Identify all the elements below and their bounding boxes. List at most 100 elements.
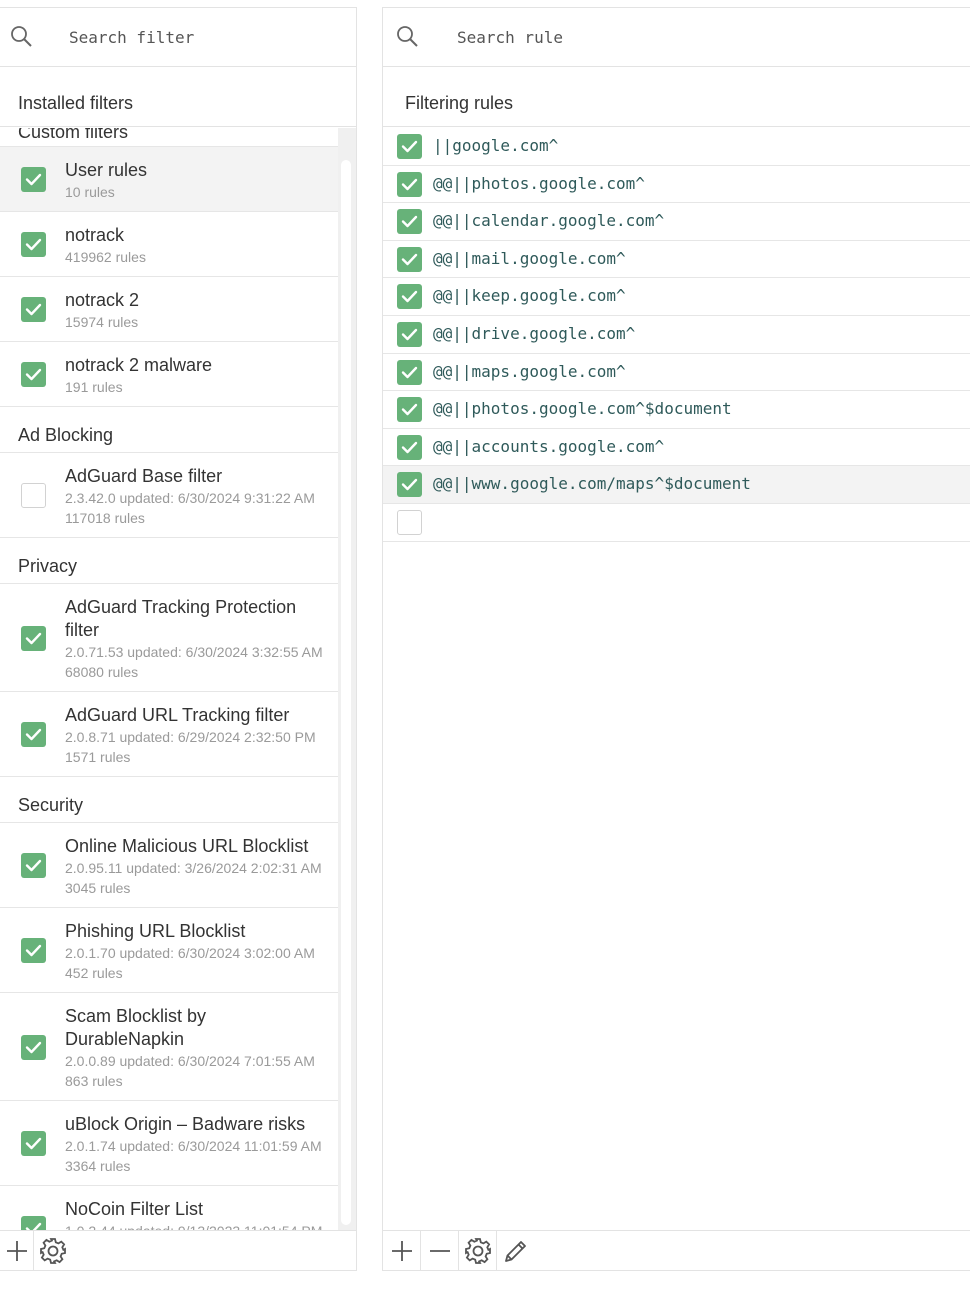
- checkmark-icon: [25, 173, 42, 186]
- filter-enabled-checkbox[interactable]: [21, 722, 46, 747]
- rule-text[interactable]: @@||maps.google.com^: [433, 362, 626, 381]
- rule-enabled-checkbox[interactable]: [397, 171, 422, 197]
- rule-row[interactable]: @@||maps.google.com^: [383, 354, 970, 392]
- filter-enabled-checkbox[interactable]: [21, 853, 46, 878]
- filter-version-info: 2.0.0.89 updated: 6/30/2024 7:01:55 AM: [65, 1053, 315, 1069]
- filter-item[interactable]: Scam Blocklist by DurableNapkin 2.0.0.89 …: [0, 993, 339, 1101]
- rule-text[interactable]: ||google.com^: [433, 136, 558, 155]
- plus-icon: [391, 1240, 412, 1261]
- filter-name: uBlock Origin – Badware risks: [65, 1114, 306, 1134]
- filter-enabled-checkbox[interactable]: [21, 1131, 46, 1156]
- filter-rule-count: 3364 rules: [65, 1158, 131, 1174]
- filter-enabled-checkbox[interactable]: [21, 232, 46, 257]
- filter-item[interactable]: AdGuard URL Tracking filter 2.0.8.71 upda…: [0, 692, 339, 777]
- checkmark-icon: [401, 441, 418, 453]
- rules-panel: Filtering rules ||google.com^ @@||photos.…: [382, 7, 970, 1271]
- filter-item[interactable]: User rules 10 rules: [0, 147, 339, 212]
- filter-enabled-checkbox[interactable]: [21, 167, 46, 192]
- filtering-rules-title: Filtering rules: [383, 67, 970, 127]
- rule-text[interactable]: @@||photos.google.com^$document: [433, 399, 732, 418]
- filter-item[interactable]: AdGuard Tracking Protection filter 2.0.71…: [0, 584, 339, 692]
- filter-enabled-checkbox[interactable]: [21, 362, 46, 387]
- filter-enabled-checkbox[interactable]: [21, 297, 46, 322]
- checkmark-icon: [25, 728, 42, 741]
- rule-row[interactable]: @@||accounts.google.com^: [383, 429, 970, 467]
- filter-item[interactable]: Phishing URL Blocklist 2.0.1.70 updated: …: [0, 908, 339, 993]
- filter-version-info: 2.3.42.0 updated: 6/30/2024 9:31:22 AM: [65, 490, 315, 506]
- rule-enabled-checkbox[interactable]: [397, 246, 422, 272]
- filter-enabled-checkbox[interactable]: [21, 1216, 46, 1231]
- filter-enabled-checkbox[interactable]: [21, 1034, 46, 1060]
- rule-row[interactable]: @@||photos.google.com^: [383, 166, 970, 204]
- gear-icon: [40, 1237, 66, 1264]
- rule-row[interactable]: [383, 504, 970, 542]
- rule-row[interactable]: @@||calendar.google.com^: [383, 203, 970, 241]
- filter-list-scroll[interactable]: Custom filters User rules 10 rules notrack 4…: [0, 128, 356, 1231]
- checkmark-icon: [25, 1137, 42, 1150]
- gear-icon: [464, 1237, 491, 1264]
- filter-list: Custom filters User rules 10 rules notrack 4…: [0, 128, 339, 1231]
- filter-search-input[interactable]: [69, 25, 329, 49]
- filter-list-scrollbar[interactable]: [338, 128, 356, 1231]
- checkmark-icon: [401, 140, 418, 153]
- rule-search-input[interactable]: [457, 25, 717, 49]
- scrollbar-thumb[interactable]: [341, 160, 351, 1225]
- rule-text[interactable]: @@||keep.google.com^: [433, 286, 626, 305]
- rule-enabled-checkbox[interactable]: [397, 321, 422, 347]
- filter-category-header: Ad Blocking: [0, 407, 339, 453]
- filter-name: AdGuard URL Tracking filter: [65, 705, 290, 725]
- rule-text[interactable]: @@||drive.google.com^: [433, 324, 635, 343]
- rule-row[interactable]: @@||drive.google.com^: [383, 316, 970, 354]
- filter-category-header: Custom filters: [0, 128, 339, 147]
- rule-enabled-checkbox[interactable]: [397, 472, 422, 498]
- filter-name: notrack 2 malware: [65, 355, 213, 375]
- rule-enabled-checkbox[interactable]: [397, 134, 422, 159]
- filter-item[interactable]: uBlock Origin – Badware risks 2.0.1.74 up…: [0, 1101, 339, 1186]
- filter-enabled-checkbox[interactable]: [21, 483, 46, 508]
- filter-item[interactable]: notrack 2 15974 rules: [0, 277, 339, 342]
- rule-row[interactable]: @@||keep.google.com^: [383, 278, 970, 316]
- rule-row[interactable]: @@||photos.google.com^$document: [383, 391, 970, 429]
- remove-rule-button[interactable]: [421, 1231, 459, 1270]
- rule-enabled-checkbox[interactable]: [397, 359, 422, 385]
- rule-search-bar: [383, 8, 970, 67]
- rule-text[interactable]: @@||www.google.com/maps^$document: [433, 474, 751, 493]
- rule-settings-button[interactable]: [459, 1231, 497, 1270]
- plus-icon: [6, 1240, 27, 1261]
- rule-row[interactable]: @@||mail.google.com^: [383, 241, 970, 279]
- filter-settings-button[interactable]: [34, 1231, 72, 1270]
- rules-toolbar: [383, 1230, 970, 1270]
- filter-version-info: 2.0.8.71 updated: 6/29/2024 2:32:50 PM: [65, 729, 316, 745]
- rule-enabled-checkbox[interactable]: [397, 397, 422, 423]
- filter-enabled-checkbox[interactable]: [21, 625, 46, 651]
- checkmark-icon: [401, 366, 418, 378]
- rule-row[interactable]: ||google.com^: [383, 128, 970, 166]
- rule-enabled-checkbox[interactable]: [397, 434, 422, 460]
- filter-rule-count: 419962 rules: [65, 249, 146, 265]
- filter-version-info: 2.0.71.53 updated: 6/30/2024 3:32:55 AM: [65, 644, 323, 660]
- add-filter-button[interactable]: [0, 1231, 34, 1270]
- filter-name: Phishing URL Blocklist: [65, 921, 246, 941]
- filter-enabled-checkbox[interactable]: [21, 938, 46, 963]
- rule-row[interactable]: @@||www.google.com/maps^$document: [383, 466, 970, 504]
- add-rule-button[interactable]: [383, 1231, 421, 1270]
- checkmark-icon: [401, 479, 418, 491]
- filter-item[interactable]: notrack 419962 rules: [0, 212, 339, 277]
- checkmark-icon: [25, 944, 42, 957]
- rule-enabled-checkbox[interactable]: [397, 284, 422, 310]
- edit-rules-button[interactable]: [497, 1231, 535, 1270]
- rule-text[interactable]: @@||calendar.google.com^: [433, 211, 664, 230]
- filter-item[interactable]: Online Malicious URL Blocklist 2.0.95.11 …: [0, 823, 339, 908]
- filter-item[interactable]: notrack 2 malware 191 rules: [0, 342, 339, 407]
- rule-text[interactable]: @@||mail.google.com^: [433, 249, 626, 268]
- rule-text[interactable]: @@||photos.google.com^: [433, 174, 645, 193]
- filter-rule-count: 863 rules: [65, 1073, 123, 1089]
- rule-text[interactable]: @@||accounts.google.com^: [433, 437, 664, 456]
- filter-item[interactable]: NoCoin Filter List 1.0.2.44 updated: 9/13…: [0, 1186, 339, 1231]
- filter-item[interactable]: AdGuard Base filter 2.3.42.0 updated: 6/3…: [0, 453, 339, 538]
- filter-rule-count: 3045 rules: [65, 880, 131, 896]
- rule-enabled-checkbox[interactable]: [397, 209, 422, 235]
- filter-version-info: 2.0.1.74 updated: 6/30/2024 11:01:59 AM: [65, 1138, 322, 1154]
- filter-name: notrack 2: [65, 290, 140, 310]
- rule-enabled-checkbox[interactable]: [397, 509, 422, 535]
